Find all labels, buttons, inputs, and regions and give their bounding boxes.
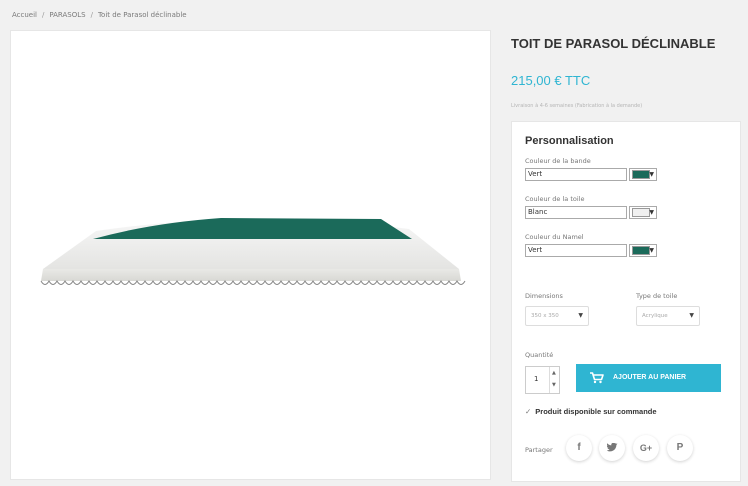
product-image-panel (10, 30, 491, 480)
valance-color-select[interactable]: Vert (525, 244, 627, 257)
canvas-type-select[interactable]: Acrylique ▼ (636, 306, 700, 326)
dimensions-label: Dimensions (525, 292, 563, 300)
canvas-type-label: Type de toile (636, 292, 678, 300)
breadcrumb: Accueil / PARASOLS / Toit de Parasol déclina… (12, 11, 187, 19)
caret-down-icon: ▼ (578, 312, 583, 319)
cart-icon (590, 372, 604, 384)
availability-text: Produit disponible sur commande (535, 407, 657, 416)
quantity-value: 1 (534, 375, 539, 383)
product-image (40, 218, 466, 285)
caret-down-icon: ▼ (649, 247, 654, 254)
caret-down-icon: ▼ (649, 209, 654, 216)
quantity-stepper[interactable]: 1 ▲ ▼ (525, 366, 560, 394)
quantity-label: Quantité (525, 351, 554, 359)
product-title: TOIT DE PARASOL DÉCLINABLE (511, 36, 716, 51)
dimensions-select[interactable]: 350 x 350 ▼ (525, 306, 589, 326)
add-to-cart-label: AJOUTER AU PANIER (613, 374, 687, 381)
breadcrumb-category[interactable]: PARASOLS (49, 11, 85, 19)
valance-color-swatch-picker[interactable]: ▼ (629, 244, 657, 257)
color-swatch (632, 170, 650, 179)
stripe-color-label: Couleur de la bande (525, 157, 591, 165)
color-swatch (632, 246, 650, 255)
canvas-color-swatch-picker[interactable]: ▼ (629, 206, 657, 219)
caret-down-icon: ▼ (649, 171, 654, 178)
customization-title: Personnalisation (525, 135, 614, 147)
caret-down-icon: ▼ (689, 312, 694, 319)
breadcrumb-home[interactable]: Accueil (12, 11, 37, 19)
product-price: 215,00 € TTC (511, 73, 591, 88)
increment-icon[interactable]: ▲ (552, 370, 556, 376)
availability-status: ✓ Produit disponible sur commande (525, 407, 657, 416)
quantity-spinner: ▲ ▼ (549, 367, 559, 393)
canvas-color-select[interactable]: Blanc (525, 206, 627, 219)
breadcrumb-separator: / (90, 11, 93, 19)
awning-stripe (93, 218, 412, 239)
facebook-share-icon[interactable]: f (566, 435, 592, 461)
twitter-bird-icon (606, 442, 617, 452)
valance-color-label: Couleur du Namel (525, 233, 584, 241)
delivery-note: Livraison à 4-6 semaines (Fabrication à … (511, 103, 643, 109)
share-label: Partager (525, 446, 553, 454)
stripe-color-select[interactable]: Vert (525, 168, 627, 181)
google-plus-share-icon[interactable]: G+ (633, 435, 659, 461)
check-icon: ✓ (525, 407, 532, 416)
canvas-color-label: Couleur de la toile (525, 195, 585, 203)
add-to-cart-button[interactable]: AJOUTER AU PANIER (576, 364, 721, 392)
color-swatch (632, 208, 650, 217)
decrement-icon[interactable]: ▼ (552, 382, 556, 388)
canvas-type-value: Acrylique (642, 313, 668, 319)
twitter-share-icon[interactable] (599, 435, 625, 461)
breadcrumb-current: Toit de Parasol déclinable (97, 11, 187, 19)
stripe-color-swatch-picker[interactable]: ▼ (629, 168, 657, 181)
breadcrumb-separator: / (42, 11, 45, 19)
dimensions-value: 350 x 350 (531, 313, 559, 319)
customization-panel: Personnalisation Couleur de la bande Ver… (511, 121, 741, 482)
pinterest-share-icon[interactable]: P (667, 435, 693, 461)
